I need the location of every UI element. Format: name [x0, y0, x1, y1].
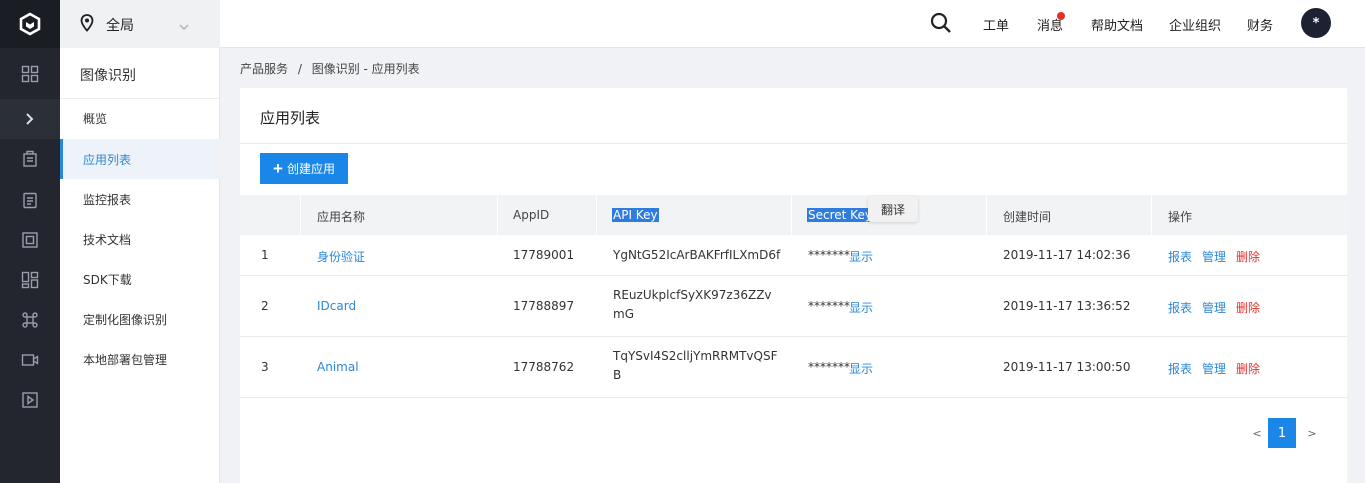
secret-key-masked: *******	[808, 299, 850, 313]
show-secret-link[interactable]: 显示	[849, 248, 873, 265]
play-icon[interactable]	[0, 380, 60, 420]
card-header: 应用列表	[240, 88, 1347, 144]
nav-finance[interactable]: 财务	[1247, 15, 1273, 34]
column-divider	[596, 195, 597, 235]
next-page-button[interactable]: >	[1298, 418, 1326, 448]
manage-link[interactable]: 管理	[1202, 299, 1226, 316]
delete-link[interactable]: 删除	[1236, 299, 1260, 316]
header-appid: AppID	[513, 208, 550, 222]
api-key-value: YgNtG52IcArBAKFrfILXmD6f	[613, 248, 781, 262]
header-actions: 操作	[1168, 210, 1193, 224]
search-icon[interactable]	[930, 12, 952, 38]
row-index: 1	[261, 248, 269, 262]
manage-link[interactable]: 管理	[1202, 360, 1226, 377]
appid-value: 17788762	[513, 360, 575, 374]
table-row: 1 身份验证 17789001 YgNtG52IcArBAKFrfILXmD6f…	[240, 235, 1347, 276]
report-link[interactable]: 报表	[1168, 360, 1192, 377]
sidebar-item-overview[interactable]: 概览	[60, 98, 220, 138]
sidebar-item-app-list[interactable]: 应用列表	[60, 139, 220, 179]
region-selector[interactable]: 全局	[60, 0, 220, 48]
row-index: 2	[261, 299, 269, 313]
report-link[interactable]: 报表	[1168, 299, 1192, 316]
app-name-link[interactable]: 身份验证	[317, 248, 365, 265]
sidebar: 图像识别 概览 应用列表 监控报表 技术文档 SDK下载 定制化图像识别 本地部…	[60, 48, 220, 483]
report-link[interactable]: 报表	[1168, 248, 1192, 265]
column-divider	[1151, 195, 1152, 235]
create-app-button[interactable]: + 创建应用	[260, 153, 348, 184]
sidebar-item-tech-docs[interactable]: 技术文档	[60, 219, 220, 259]
column-divider	[497, 195, 498, 235]
create-app-label: 创建应用	[286, 162, 335, 176]
page-title: 应用列表	[260, 109, 321, 127]
manage-link[interactable]: 管理	[1202, 248, 1226, 265]
delete-link[interactable]: 删除	[1236, 248, 1260, 265]
created-time: 2019-11-17 13:00:50	[1003, 360, 1131, 374]
expand-rail-button[interactable]	[0, 99, 60, 139]
column-divider	[300, 195, 301, 235]
app-name-link[interactable]: IDcard	[317, 299, 356, 313]
table-row: 3 Animal 17788762 TqYSvI4S2clljYmRRMTvQS…	[240, 337, 1347, 398]
grid-icon[interactable]	[0, 54, 60, 94]
column-divider	[791, 195, 792, 235]
frame-icon[interactable]	[0, 220, 60, 260]
sidebar-item-monitor-report[interactable]: 监控报表	[60, 179, 220, 219]
row-index: 3	[261, 360, 269, 374]
chevron-down-icon	[178, 17, 190, 36]
dashboard-icon[interactable]	[0, 260, 60, 300]
show-secret-link[interactable]: 显示	[849, 360, 873, 377]
column-divider	[986, 195, 987, 235]
breadcrumb: 产品服务 / 图像识别 - 应用列表	[240, 60, 420, 77]
icon-rail	[0, 0, 60, 483]
avatar[interactable]: *	[1301, 8, 1331, 38]
translate-tooltip[interactable]: 翻译	[868, 196, 918, 222]
table-row: 2 IDcard 17788897 REuzUkplcfSyXK97z36ZZv…	[240, 276, 1347, 337]
header-secret-key: Secret Key	[807, 208, 873, 222]
header-api-key: API Key	[612, 208, 659, 222]
prev-page-button[interactable]: <	[1243, 418, 1271, 448]
page-1-button[interactable]: 1	[1268, 418, 1296, 448]
secret-key-masked: *******	[808, 248, 850, 262]
appid-value: 17789001	[513, 248, 575, 262]
chevron-right-icon	[0, 99, 60, 139]
created-time: 2019-11-17 13:36:52	[1003, 299, 1131, 313]
sidebar-title: 图像识别	[60, 48, 219, 99]
created-time: 2019-11-17 14:02:36	[1003, 248, 1131, 262]
api-key-value: TqYSvI4S2clljYmRRMTvQSFB	[613, 349, 778, 382]
building-icon[interactable]	[0, 139, 60, 179]
nav-help-docs[interactable]: 帮助文档	[1091, 15, 1143, 34]
api-key-value: REuzUkplcfSyXK97z36ZZvmG	[613, 288, 772, 321]
nav-organization[interactable]: 企业组织	[1169, 15, 1221, 34]
breadcrumb-separator: /	[297, 62, 302, 76]
app-list-card: 应用列表 + 创建应用 应用名称 AppID API Key Secret Ke…	[240, 88, 1347, 483]
notification-dot	[1057, 12, 1065, 20]
breadcrumb-current: 图像识别 - 应用列表	[311, 62, 420, 76]
table-header: 应用名称 AppID API Key Secret Key 创建时间 操作	[240, 195, 1347, 235]
region-label: 全局	[106, 18, 134, 34]
show-secret-link[interactable]: 显示	[849, 299, 873, 316]
appid-value: 17788897	[513, 299, 575, 313]
breadcrumb-root[interactable]: 产品服务	[240, 62, 288, 76]
video-icon[interactable]	[0, 340, 60, 380]
top-bar: 全局 工单 消息 帮助文档 企业组织 财务 *	[60, 0, 1365, 48]
header-app-name: 应用名称	[317, 210, 366, 224]
sidebar-item-local-deploy[interactable]: 本地部署包管理	[60, 339, 220, 379]
secret-key-masked: *******	[808, 360, 850, 374]
header-created-time: 创建时间	[1003, 210, 1052, 224]
delete-link[interactable]: 删除	[1236, 360, 1260, 377]
command-icon[interactable]	[0, 300, 60, 340]
app-name-link[interactable]: Animal	[317, 360, 359, 374]
logo-icon[interactable]	[0, 0, 60, 48]
sidebar-item-custom-recognition[interactable]: 定制化图像识别	[60, 299, 220, 339]
sidebar-item-sdk-download[interactable]: SDK下载	[60, 259, 220, 299]
nav-tickets[interactable]: 工单	[983, 15, 1009, 34]
clipboard-icon[interactable]	[0, 180, 60, 220]
location-pin-icon	[80, 14, 94, 36]
plus-icon: +	[273, 159, 283, 178]
